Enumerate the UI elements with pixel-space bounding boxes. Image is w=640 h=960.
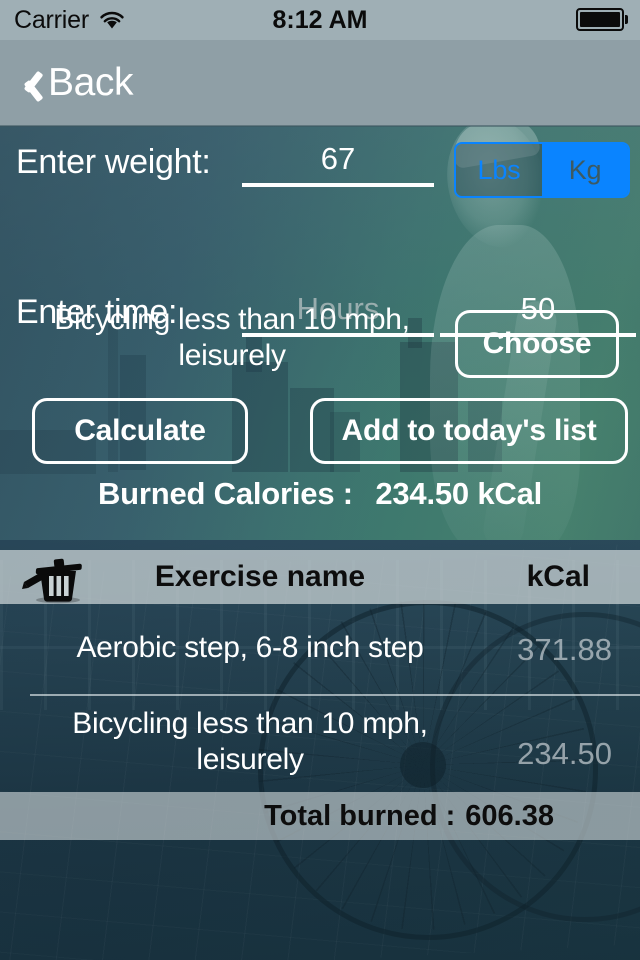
back-button-label: Back [48,61,134,104]
app-screen: Carrier 8:12 AM Back Enter weight: 67 En… [0,0,640,960]
navigation-bar: Back [0,40,640,126]
row-kcal-value: 234.50 [517,736,612,771]
table-row[interactable]: Bicycling less than 10 mph, leisurely 23… [0,700,640,792]
battery-full-icon [576,8,624,31]
battery-tip [625,15,628,24]
burned-calories-row: Burned Calories : 234.50 kCal [0,476,640,512]
time-row: Enter time: Hours 50 [0,203,640,337]
column-header-kcal: kCal [526,560,590,593]
table-row[interactable]: Aerobic step, 6-8 inch step 371.88 [0,612,640,692]
selected-exercise-name: Bicycling less than 10 mph, leisurely [54,303,410,372]
unit-option-lbs[interactable]: Lbs [456,144,542,196]
status-bar-clock: 8:12 AM [272,5,368,34]
weight-label: Enter weight: [16,143,211,181]
status-bar: Carrier 8:12 AM [0,0,640,40]
chevron-left-icon [14,66,44,100]
back-button[interactable]: Back [14,61,134,105]
table-header: Exercise name kCal [0,550,640,604]
total-burned-label: Total burned : [264,799,456,832]
weight-input[interactable]: 67 [242,141,434,187]
row-exercise-name: Aerobic step, 6-8 inch step [76,631,424,664]
add-to-list-button[interactable]: Add to today's list [310,398,628,464]
table-footer: Total burned : 606.38 [0,792,640,840]
table-row-divider [30,694,640,696]
burned-calories-value: 234.50 kCal [375,476,543,511]
row-kcal-value: 371.88 [517,632,612,667]
choose-button[interactable]: Choose [455,310,619,378]
units-segmented-control[interactable]: Lbs Kg [454,142,630,198]
total-burned-value: 606.38 [465,799,554,832]
unit-option-kg[interactable]: Kg [542,144,628,196]
status-bar-right [576,8,628,31]
burned-calories-label: Burned Calories : [97,476,353,511]
row-exercise-name: Bicycling less than 10 mph, leisurely [72,707,428,776]
calculate-button[interactable]: Calculate [32,398,248,464]
